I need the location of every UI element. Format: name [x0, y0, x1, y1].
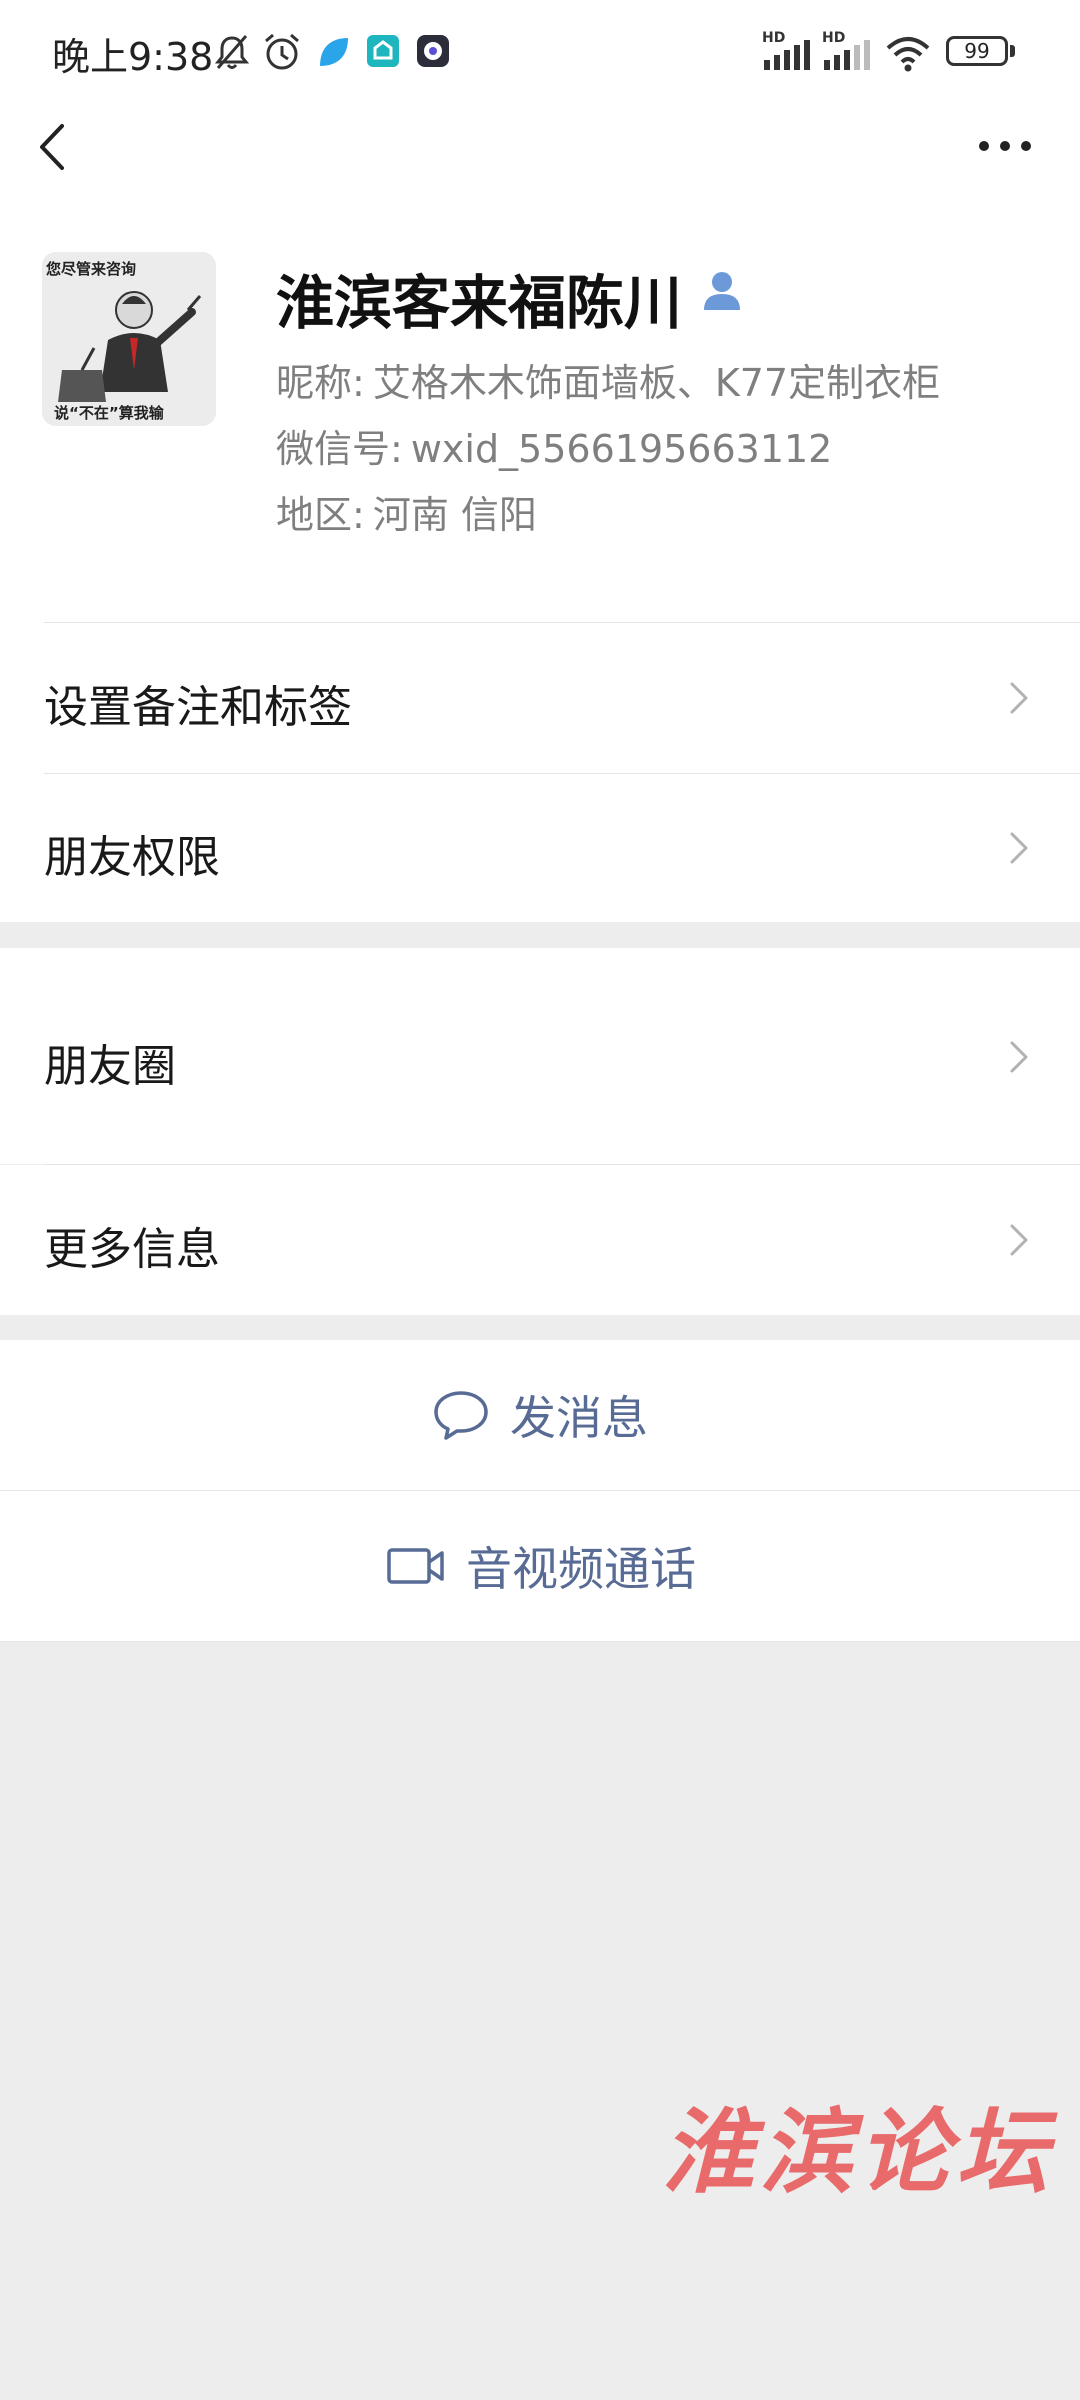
avatar-caption-top: 您尽管来咨询 [46, 260, 137, 278]
divider [0, 1641, 1080, 1642]
battery-icon: 99 [946, 36, 1008, 66]
back-button[interactable] [30, 112, 80, 182]
section-gap [0, 922, 1080, 948]
chevron-right-icon [1010, 1224, 1028, 1256]
nickname-value: 艾格木木饰面墙板、K77定制衣柜 [372, 361, 941, 405]
av-call-label: 音视频通话 [466, 1542, 696, 1596]
app-icon-dark [417, 35, 449, 67]
wechat-id-label: 微信号: [276, 427, 403, 471]
battery-tip [1010, 45, 1015, 57]
chevron-right-icon [1010, 1041, 1028, 1073]
friend-permissions-label: 朋友权限 [44, 832, 220, 883]
region-label: 地区: [276, 493, 365, 537]
app-icon-blue [320, 38, 348, 66]
more-button[interactable] [970, 118, 1040, 174]
chevron-right-icon [1010, 832, 1028, 864]
more-info-row[interactable]: 更多信息 [0, 1165, 1080, 1315]
avatar[interactable]: 您尽管来咨询 说“不在”算我输 [42, 252, 216, 426]
chevron-right-icon [1010, 682, 1028, 714]
section-gap [0, 1315, 1080, 1340]
remark-name: 淮滨客来福陈川 [276, 269, 683, 337]
set-remark-row[interactable]: 设置备注和标签 [0, 623, 1080, 773]
contact-person-icon [704, 272, 740, 310]
wifi-icon [886, 37, 930, 72]
status-bar: 晚上9:38 HD HD 99 [0, 0, 1080, 100]
chat-bubble-icon [434, 1391, 488, 1440]
chevron-left-icon [40, 124, 64, 170]
app-icon-teal [367, 35, 399, 67]
moments-label: 朋友圈 [44, 1041, 176, 1092]
wechat-id-value[interactable]: wxid_5566195663112 [411, 427, 833, 471]
signal-icon-2 [824, 40, 870, 70]
signal-icon [764, 40, 810, 70]
status-time: 晚上9:38 [52, 35, 214, 79]
nickname-line: 昵称: 艾格木木饰面墙板、K77定制衣柜 [276, 352, 940, 407]
av-call-button[interactable]: 音视频通话 [0, 1491, 1080, 1641]
more-dots-icon [979, 141, 1031, 151]
send-message-label: 发消息 [510, 1391, 648, 1445]
alarm-icon [265, 33, 299, 70]
moments-row[interactable]: 朋友圈 [0, 948, 1080, 1164]
region-value: 河南 信阳 [372, 493, 537, 537]
set-remark-label: 设置备注和标签 [44, 682, 352, 733]
wechat-id-line: 微信号: wxid_5566195663112 [276, 418, 832, 473]
friend-permissions-row[interactable]: 朋友权限 [0, 774, 1080, 922]
battery-level: 99 [964, 39, 990, 63]
more-info-label: 更多信息 [44, 1224, 220, 1275]
mute-bell-icon [214, 35, 250, 69]
video-camera-icon [387, 1548, 444, 1584]
send-message-button[interactable]: 发消息 [0, 1340, 1080, 1490]
watermark: 淮滨论坛 [662, 2098, 1055, 2206]
avatar-caption-bottom: 说“不在”算我输 [54, 404, 164, 422]
nickname-label: 昵称: [276, 361, 365, 405]
region-line: 地区: 河南 信阳 [276, 484, 537, 539]
